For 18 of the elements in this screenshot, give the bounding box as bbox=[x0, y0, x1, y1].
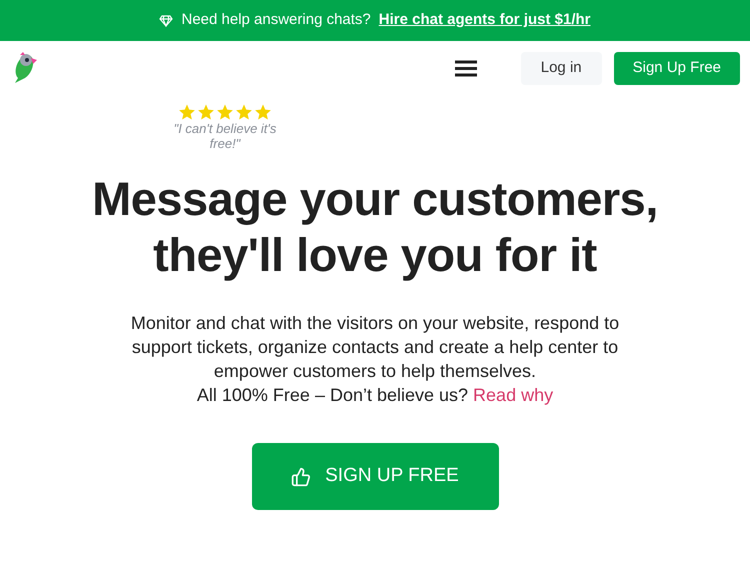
star-icon bbox=[235, 103, 253, 121]
star-icon bbox=[178, 103, 196, 121]
login-button[interactable]: Log in bbox=[520, 52, 602, 84]
thumbs-up-icon bbox=[291, 466, 312, 486]
banner-link[interactable]: Hire chat agents for just $1/hr bbox=[378, 9, 591, 32]
signup-button[interactable]: Sign Up Free bbox=[614, 52, 740, 84]
signup-cta-button[interactable]: SIGN UP FREE bbox=[252, 443, 498, 510]
banner-text: Need help answering chats? bbox=[181, 10, 371, 30]
read-why-link[interactable]: Read why bbox=[473, 383, 554, 407]
star-icon bbox=[197, 103, 215, 121]
diamond-icon bbox=[159, 14, 174, 26]
star-icon bbox=[216, 103, 234, 121]
free-question-text: All 100% Free – Don’t believe us? bbox=[196, 384, 468, 407]
testimonial-quote: "I can't believe it's free!" bbox=[172, 121, 278, 151]
hero-description: Monitor and chat with the visitors on your website, respond to support tickets, organize contacts and create a help center to empower customers to help themselves. bbox=[130, 312, 620, 383]
hero-headline: Message your customers, they'll love you for it bbox=[91, 171, 659, 283]
menu-icon[interactable] bbox=[454, 60, 477, 76]
star-icon bbox=[254, 103, 272, 121]
